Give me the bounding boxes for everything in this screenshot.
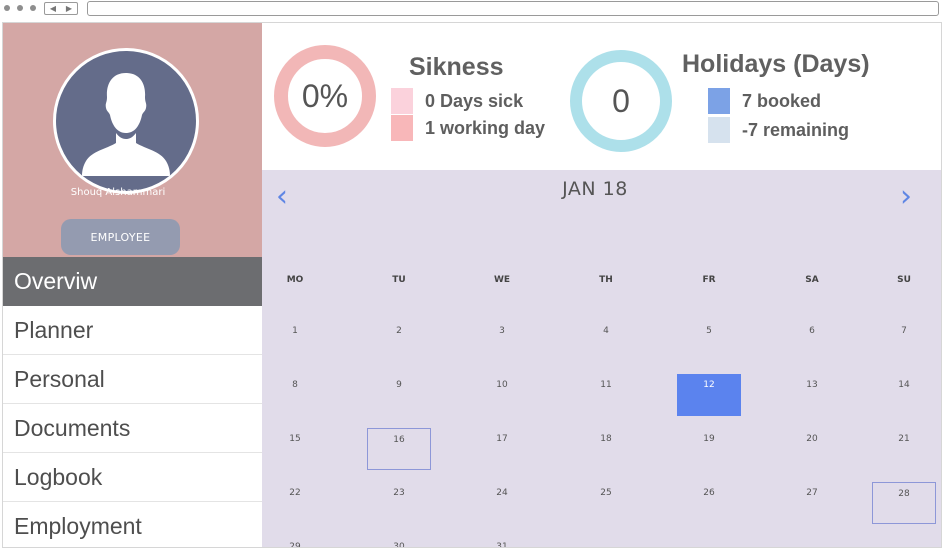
user-silhouette-icon: [82, 73, 170, 176]
nav-item-personal[interactable]: Personal: [3, 355, 262, 404]
browser-nav-buttons[interactable]: ◀ ▶: [44, 2, 78, 15]
calendar-day[interactable]: 17: [470, 428, 534, 470]
sickness-percent: 0%: [301, 77, 349, 114]
calendar-day[interactable]: 13: [780, 374, 844, 416]
legend-swatch: [391, 88, 413, 114]
calendar-day[interactable]: 27: [780, 482, 844, 524]
window-dot-icon: [4, 5, 10, 11]
nav-item-employment[interactable]: Employment: [3, 502, 262, 547]
legend-label: 1 working day: [425, 117, 546, 138]
sickness-ring: 0%: [274, 45, 376, 147]
legend-swatch: [708, 88, 730, 114]
calendar-day[interactable]: 28: [872, 482, 936, 524]
calendar-day[interactable]: 8: [263, 374, 327, 416]
calendar-day[interactable]: 14: [872, 374, 936, 416]
calendar-day[interactable]: 22: [263, 482, 327, 524]
legend-label: 0 Days sick: [425, 90, 524, 111]
weekday-header: SA: [805, 275, 819, 285]
calendar-day[interactable]: 26: [677, 482, 741, 524]
calendar-day[interactable]: 15: [263, 428, 327, 470]
app-window: Shouq Alshammari EMPLOYEE Overviw Planne…: [2, 22, 942, 548]
calendar-day[interactable]: 1: [263, 320, 327, 362]
nav-item-logbook[interactable]: Logbook: [3, 453, 262, 502]
calendar: ‹ JAN 18 › MO TU WE TH FR SA SU 1 2 3 4 5 6 7 8 9 10 11 12…: [262, 170, 941, 547]
calendar-day[interactable]: 11: [574, 374, 638, 416]
calendar-day[interactable]: 4: [574, 320, 638, 362]
chevron-right-icon[interactable]: ›: [900, 182, 912, 212]
back-arrow-icon[interactable]: ◀: [50, 4, 56, 13]
weekday-header: TU: [392, 275, 406, 285]
avatar[interactable]: [53, 48, 199, 194]
holidays-title: Holidays (Days): [682, 50, 870, 78]
sickness-title: Sikness: [409, 53, 504, 81]
calendar-day[interactable]: 2: [367, 320, 431, 362]
calendar-day[interactable]: 7: [872, 320, 936, 362]
weekday-header: SU: [897, 275, 911, 285]
nav-item-documents[interactable]: Documents: [3, 404, 262, 453]
legend-label: 7 booked: [742, 90, 822, 111]
nav-item-planner[interactable]: Planner: [3, 306, 262, 355]
profile-card: Shouq Alshammari EMPLOYEE: [3, 23, 262, 257]
calendar-day[interactable]: 30: [367, 536, 431, 547]
legend-swatch: [391, 115, 413, 141]
calendar-day[interactable]: 29: [263, 536, 327, 547]
calendar-day[interactable]: 24: [470, 482, 534, 524]
holidays-legend-remaining: -7 remaining: [708, 117, 849, 143]
holidays-legend-booked: 7 booked: [708, 88, 821, 114]
calendar-month-label: JAN 18: [562, 178, 628, 200]
calendar-day[interactable]: 10: [470, 374, 534, 416]
weekday-header: FR: [702, 275, 716, 285]
holidays-ring: 0: [570, 50, 672, 152]
calendar-day[interactable]: 18: [574, 428, 638, 470]
sidebar-nav: Overviw Planner Personal Documents Logbo…: [3, 257, 262, 547]
nav-item-overview[interactable]: Overviw: [3, 257, 262, 306]
weekday-header: MO: [286, 275, 304, 285]
calendar-day[interactable]: 16: [367, 428, 431, 470]
forward-arrow-icon[interactable]: ▶: [66, 4, 72, 13]
sidebar: Shouq Alshammari EMPLOYEE Overviw Planne…: [3, 23, 262, 547]
calendar-day[interactable]: 9: [367, 374, 431, 416]
window-dot-icon: [17, 5, 23, 11]
sickness-legend-working: 1 working day: [391, 115, 545, 141]
legend-label: -7 remaining: [742, 119, 850, 140]
weekday-header: WE: [493, 275, 511, 285]
calendar-day[interactable]: 21: [872, 428, 936, 470]
role-badge: EMPLOYEE: [61, 219, 180, 255]
calendar-day[interactable]: 6: [780, 320, 844, 362]
legend-swatch: [708, 117, 730, 143]
calendar-day[interactable]: 20: [780, 428, 844, 470]
calendar-day[interactable]: 5: [677, 320, 741, 362]
weekday-header: TH: [599, 275, 613, 285]
sickness-legend-days: 0 Days sick: [391, 88, 523, 114]
holidays-value: 0: [612, 82, 630, 119]
calendar-day[interactable]: 12: [677, 374, 741, 416]
calendar-day[interactable]: 31: [470, 536, 534, 547]
profile-name: Shouq Alshammari: [70, 187, 166, 198]
browser-chrome: ◀ ▶: [0, 0, 946, 20]
stats-panel: 0% Sikness 0 Days sick 1 working day 0 H…: [262, 23, 941, 170]
calendar-day[interactable]: 23: [367, 482, 431, 524]
calendar-day[interactable]: 3: [470, 320, 534, 362]
window-dot-icon: [30, 5, 36, 11]
calendar-day[interactable]: 25: [574, 482, 638, 524]
calendar-day[interactable]: 19: [677, 428, 741, 470]
address-bar[interactable]: [87, 1, 939, 16]
